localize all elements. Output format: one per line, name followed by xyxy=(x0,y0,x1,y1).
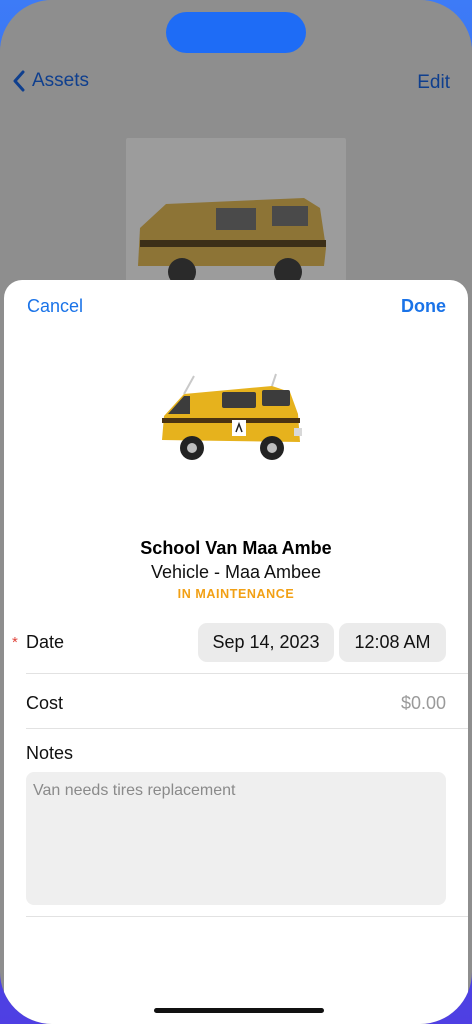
divider xyxy=(26,916,468,917)
asset-name: School Van Maa Ambe xyxy=(140,538,332,558)
device-screen: Assets Edit Cancel Done School Van Maa A… xyxy=(0,0,472,1024)
back-button[interactable]: Assets xyxy=(12,70,89,92)
status-badge: IN MAINTENANCE xyxy=(177,587,295,601)
time-picker[interactable]: 12:08 AM xyxy=(339,623,446,662)
chevron-left-icon xyxy=(13,70,25,92)
background-asset-photo xyxy=(126,138,346,288)
notes-field[interactable]: Van needs tires replacement xyxy=(26,772,446,905)
notes-label: Notes xyxy=(26,743,74,763)
cost-label: Cost xyxy=(26,693,64,713)
cost-row[interactable]: Cost $0.00 xyxy=(26,675,468,729)
done-button[interactable]: Done xyxy=(401,296,446,317)
background-asset-screen: Assets Edit xyxy=(0,0,472,300)
date-label: Date xyxy=(26,632,65,652)
asset-subtitle: Vehicle - Maa Ambee xyxy=(150,562,322,582)
asset-photo xyxy=(154,368,316,470)
dynamic-island xyxy=(166,12,306,53)
required-indicator: * xyxy=(12,634,18,651)
date-row: * Date Sep 14, 2023 12:08 AM xyxy=(12,620,468,674)
home-indicator[interactable] xyxy=(154,1008,324,1013)
edit-button[interactable]: Edit xyxy=(417,72,450,94)
cancel-button[interactable]: Cancel xyxy=(27,296,83,317)
cost-input[interactable]: $0.00 xyxy=(401,693,446,714)
date-picker[interactable]: Sep 14, 2023 xyxy=(198,623,334,662)
add-maintenance-sheet: Cancel Done School Van Maa Ambe Vehicle … xyxy=(4,280,468,1024)
back-button-label: Assets xyxy=(32,70,90,91)
asset-header: School Van Maa Ambe Vehicle - Maa Ambee … xyxy=(4,538,468,601)
